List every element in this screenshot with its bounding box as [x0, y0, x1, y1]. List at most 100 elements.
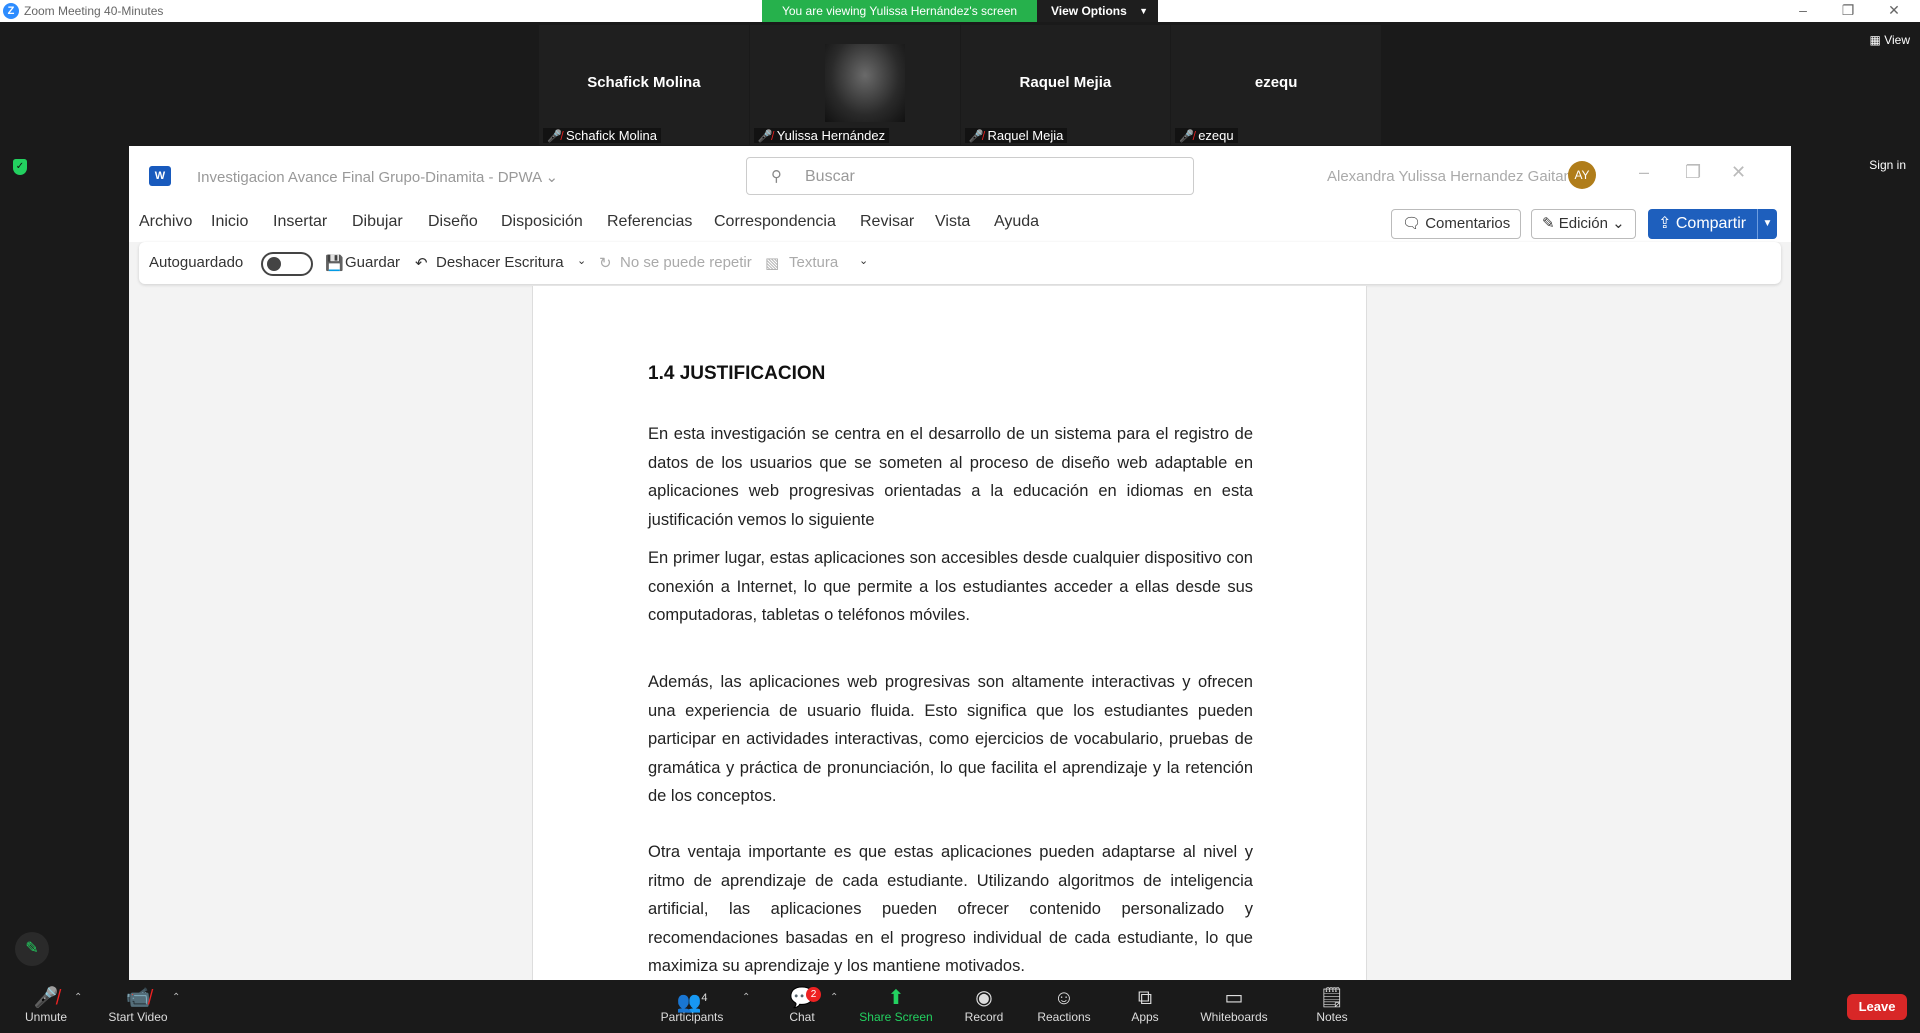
notes-button[interactable]: 🗒 Notes [1314, 986, 1350, 1024]
save-icon: 💾 [325, 255, 344, 272]
reactions-button[interactable]: ☺ Reactions [1036, 986, 1092, 1024]
menu-correspondencia[interactable]: Correspondencia [714, 213, 836, 231]
participants-label: Participants [660, 1010, 724, 1024]
restore-icon[interactable]: ❐ [1685, 162, 1701, 183]
autosave-toggle[interactable] [261, 252, 313, 276]
participant-label-text: Yulissa Hernández [776, 128, 886, 143]
comment-icon: 🗨 [1402, 215, 1426, 232]
record-label: Record [964, 1010, 1004, 1024]
participant-label-text: Schafick Molina [565, 128, 657, 143]
chevron-down-icon: ⌄ [1607, 215, 1625, 232]
chevron-down-icon[interactable]: ▼ [1757, 209, 1777, 239]
comments-label: Comentarios [1425, 215, 1511, 232]
minimize-icon[interactable]: – [1789, 2, 1817, 18]
participant-label: 🎤̸ Yulissa Hernández [753, 128, 890, 143]
participant-video [824, 44, 905, 122]
menu-referencias[interactable]: Referencias [607, 213, 692, 231]
menu-dibujar[interactable]: Dibujar [352, 213, 403, 231]
unmute-button[interactable]: 🎤̸ Unmute [18, 986, 74, 1024]
texture-button[interactable]: Textura [789, 254, 838, 271]
ribbon-menu: Archivo Inicio Insertar Dibujar Diseño D… [129, 204, 1791, 242]
search-placeholder: Buscar [805, 168, 855, 185]
participant-label-text: ezequ [1198, 128, 1234, 143]
share-icon: ⇪ [1658, 215, 1676, 232]
avatar[interactable]: AY [1568, 161, 1596, 189]
share-screen-icon: ⬆ [887, 987, 905, 1009]
undo-dropdown-chevron-icon[interactable]: ⌄ [577, 254, 586, 267]
participant-display-name: Schafick Molina [587, 74, 701, 91]
save-button[interactable]: Guardar [345, 254, 400, 271]
menu-archivo[interactable]: Archivo [139, 213, 192, 231]
participant-tile[interactable]: 🎤̸ Yulissa Hernández [749, 25, 960, 145]
participant-label: 🎤̸ Schafick Molina [543, 128, 661, 143]
apps-button[interactable]: ⧉ Apps [1128, 986, 1162, 1024]
menu-insertar[interactable]: Insertar [273, 213, 327, 231]
record-button[interactable]: ◉ Record [962, 986, 1006, 1024]
editing-label: Edición [1558, 215, 1608, 232]
more-options-chevron-icon[interactable]: ⌄ [859, 254, 868, 267]
comments-button[interactable]: 🗨 Comentarios [1391, 209, 1522, 239]
muted-mic-icon: 🎤̸ [547, 128, 562, 143]
close-icon[interactable]: ✕ [1880, 2, 1908, 19]
video-options-chevron-icon[interactable]: ⌃ [172, 992, 180, 1003]
participant-tile[interactable]: Schafick Molina 🎤̸ Schafick Molina [539, 25, 749, 145]
word-title-bar: W Investigacion Avance Final Grupo-Dinam… [129, 146, 1791, 204]
menu-inicio[interactable]: Inicio [211, 213, 248, 231]
participant-tile[interactable]: ezequ 🎤̸ ezequ [1171, 25, 1381, 145]
chat-badge: 2 [806, 987, 821, 1002]
shared-word-window: W Investigacion Avance Final Grupo-Dinam… [129, 146, 1791, 980]
search-input[interactable]: ⚲ Buscar [746, 157, 1194, 195]
view-options-button[interactable]: View Options ▼ [1037, 0, 1158, 22]
video-off-icon: 📹̸ [125, 987, 151, 1009]
share-screen-button[interactable]: ⬆ Share Screen [858, 986, 934, 1024]
participant-tile[interactable]: Raquel Mejia 🎤̸ Raquel Mejia [960, 25, 1171, 145]
audio-options-chevron-icon[interactable]: ⌃ [74, 992, 82, 1003]
whiteboards-label: Whiteboards [1200, 1010, 1268, 1024]
redo-button[interactable]: No se puede repetir [620, 254, 752, 271]
menu-vista[interactable]: Vista [935, 213, 970, 231]
shield-icon[interactable]: ✓ [13, 159, 27, 175]
chat-label: Chat [789, 1010, 815, 1024]
document-title[interactable]: Investigacion Avance Final Grupo-Dinamit… [197, 168, 558, 186]
share-screen-label: Share Screen [859, 1010, 933, 1024]
reactions-label: Reactions [1037, 1010, 1091, 1024]
participants-button[interactable]: 👥4 Participants [658, 986, 726, 1024]
chat-button[interactable]: 💬 2 Chat [782, 986, 822, 1024]
paragraph: En esta investigación se centra en el de… [648, 425, 1253, 529]
search-icon: ⚲ [771, 168, 782, 185]
participant-strip: Schafick Molina 🎤̸ Schafick Molina 🎤̸ Yuli… [539, 25, 1382, 145]
editing-mode-button[interactable]: ✎ Edición ⌄ [1531, 209, 1636, 239]
menu-diseno[interactable]: Diseño [428, 213, 478, 231]
notes-label: Notes [1316, 1010, 1348, 1024]
muted-mic-icon: 🎤̸ [1179, 128, 1195, 143]
menu-revisar[interactable]: Revisar [860, 213, 914, 231]
leave-button[interactable]: Leave [1847, 994, 1907, 1020]
whiteboards-button[interactable]: ▭ Whiteboards [1198, 986, 1270, 1024]
document-page[interactable]: 1.4 JUSTIFICACION En esta investigación … [532, 286, 1367, 980]
chat-options-chevron-icon[interactable]: ⌃ [830, 992, 838, 1003]
menu-disposicion[interactable]: Disposición [501, 213, 583, 231]
view-options-label: View Options [1051, 4, 1127, 18]
restore-icon[interactable]: ❐ [1834, 2, 1862, 19]
participants-count: 4 [701, 992, 708, 1004]
paragraph: Otra ventaja importante es que estas apl… [648, 843, 1253, 975]
participants-options-chevron-icon[interactable]: ⌃ [742, 992, 750, 1003]
menu-ayuda[interactable]: Ayuda [994, 213, 1039, 231]
annotate-pencil-icon[interactable]: ✎ [15, 932, 49, 966]
minimize-icon[interactable]: – [1639, 162, 1649, 183]
close-icon[interactable]: ✕ [1731, 162, 1746, 183]
sign-in-button[interactable]: Sign in [1869, 158, 1906, 172]
view-button[interactable]: ▦ View [1870, 33, 1910, 47]
pencil-icon: ✎ [1542, 215, 1559, 232]
document-title-text: Investigacion Avance Final Grupo-Dinamit… [197, 169, 542, 186]
participant-label-text: Raquel Mejia [987, 128, 1064, 143]
texture-icon: ▧ [765, 255, 780, 272]
window-title: Zoom Meeting 40-Minutes [24, 4, 164, 18]
participant-label: 🎤̸ Raquel Mejia [964, 128, 1068, 143]
undo-button[interactable]: Deshacer Escritura [436, 254, 564, 271]
paragraph: En primer lugar, estas aplicaciones son … [648, 549, 1253, 624]
share-button[interactable]: ⇪ Compartir ▼ [1648, 209, 1777, 239]
apps-icon: ⧉ [1137, 987, 1153, 1009]
start-video-button[interactable]: 📹̸ Start Video [104, 986, 172, 1024]
participant-display-name: ezequ [1254, 74, 1298, 91]
